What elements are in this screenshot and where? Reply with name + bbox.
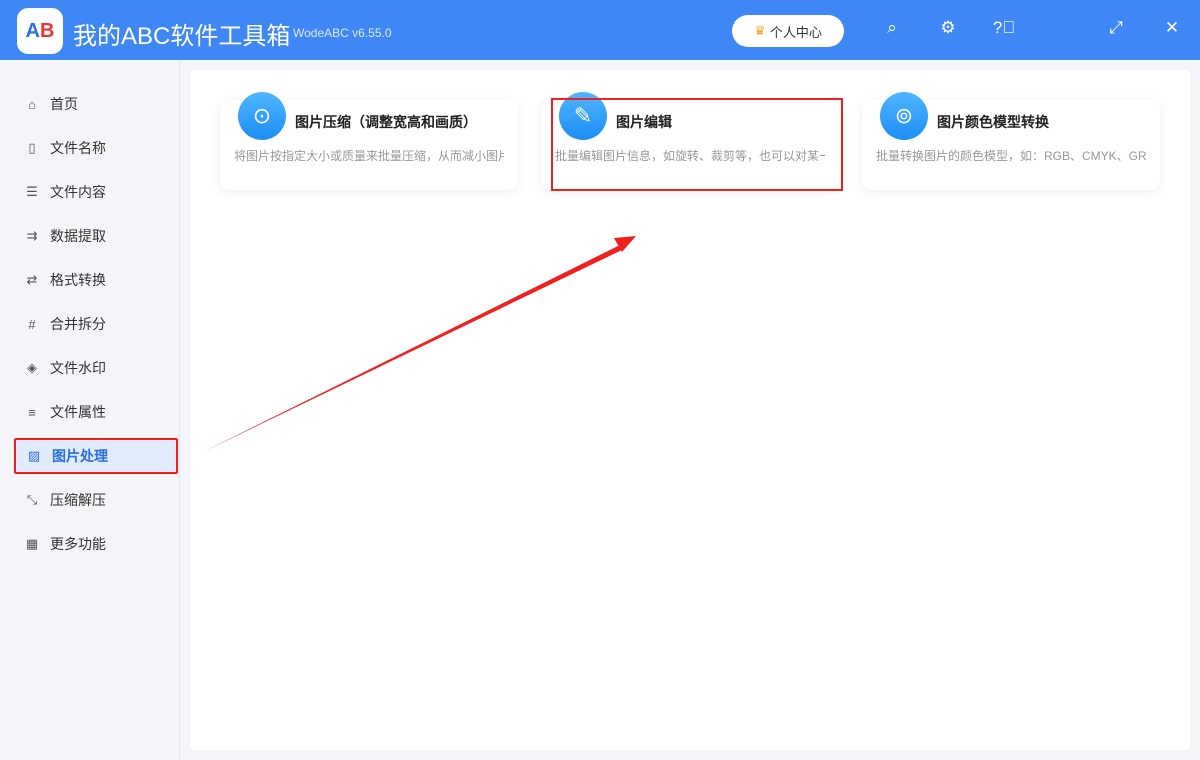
annotation-arrow [0,0,1200,760]
